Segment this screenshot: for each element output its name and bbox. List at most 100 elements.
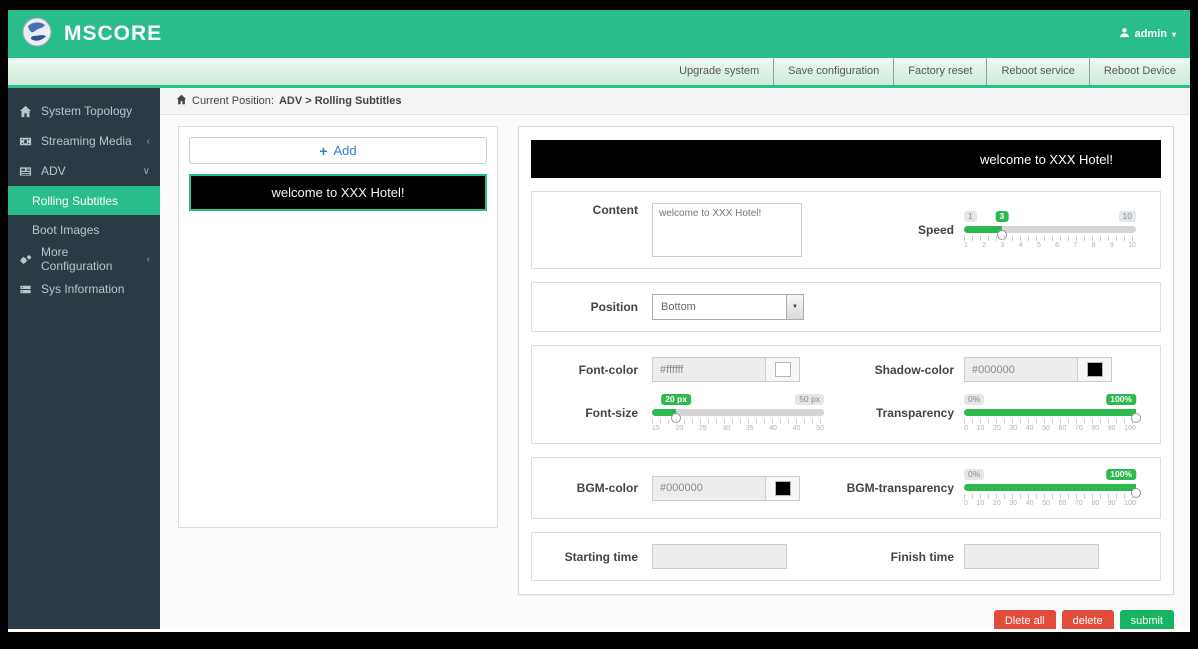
slider-track[interactable]	[652, 409, 824, 423]
quick-action-link[interactable]: Reboot Device	[1088, 58, 1190, 85]
transparency-slider[interactable]: 0% 100% 0 10 20 30 40 50 60 70 80 90 100	[964, 394, 1141, 432]
main-area: Current Position: ADV > Rolling Subtitle…	[160, 88, 1190, 629]
tick-label: 20	[992, 425, 1001, 432]
position-label: Position	[590, 300, 638, 314]
bgm-color-input-group	[652, 475, 800, 501]
tick-label: 35	[745, 425, 754, 432]
speed-value-badge: 3	[995, 211, 1009, 222]
font-color-swatch-button[interactable]	[765, 358, 799, 381]
shadow-color-input-group	[964, 357, 1112, 382]
shadow-color-swatch	[1086, 362, 1103, 377]
tick-label: 10	[976, 425, 985, 432]
home-icon	[176, 94, 187, 108]
tick-label: 4	[1018, 242, 1023, 249]
starting-time-input[interactable]	[652, 544, 787, 569]
sidebar-item-system-topology[interactable]: System Topology	[8, 96, 160, 126]
content-textarea[interactable]: welcome to XXX Hotel!	[652, 203, 802, 257]
quick-action-link[interactable]: Reboot service	[986, 58, 1088, 85]
slider-fill	[964, 226, 1002, 233]
chevron-left-icon: ‹	[146, 135, 150, 147]
user-menu[interactable]: admin ▾	[1119, 27, 1176, 41]
quick-action-link[interactable]: Factory reset	[893, 58, 986, 85]
tick-label: 70	[1074, 425, 1083, 432]
sidebar-item-adv[interactable]: ADV ∨	[8, 156, 160, 186]
subtitle-preview: welcome to XXX Hotel!	[531, 140, 1161, 178]
sidebar-item-label: Rolling Subtitles	[32, 193, 119, 208]
add-button-label: Add	[333, 143, 357, 158]
shadow-color-swatch-button[interactable]	[1077, 358, 1111, 381]
tick-label: 50	[816, 425, 824, 432]
font-color-label: Font-color	[578, 362, 638, 377]
globe-logo-icon	[22, 17, 52, 52]
starting-time-label: Starting time	[564, 549, 638, 564]
tick-label: 25	[698, 425, 707, 432]
font-size-slider[interactable]: 50 px 20 px 15 20 25 30 35 40 45 50	[652, 394, 824, 432]
tick-label: 80	[1091, 500, 1100, 507]
delete-button[interactable]: delete	[1061, 610, 1114, 629]
tick-label: 9	[1109, 242, 1114, 249]
tick-label: 0	[964, 500, 968, 507]
bgm-transparency-value-badge: 100%	[1106, 469, 1136, 480]
sidebar-adv-submenu: Rolling Subtitles Boot Images	[8, 186, 160, 244]
shadow-color-input[interactable]	[965, 358, 1077, 381]
sidebar-item-boot-images[interactable]: Boot Images	[8, 215, 160, 244]
sidebar-item-more-configuration[interactable]: More Configuration ‹	[8, 244, 160, 274]
tick-label: 50	[1042, 425, 1050, 432]
subtitle-list-item[interactable]: welcome to XXX Hotel!	[189, 174, 487, 211]
tick-label: 7	[1073, 242, 1078, 249]
sidebar-item-label: System Topology	[41, 104, 133, 118]
speed-slider[interactable]: 1 10 3 1 2 3 4 5 6 7 8 9 10	[964, 211, 1136, 249]
font-color-input[interactable]	[653, 358, 765, 381]
bgm-color-input[interactable]	[653, 476, 765, 500]
tick-label: 2	[982, 242, 987, 249]
subtitle-list-panel: + Add welcome to XXX Hotel!	[178, 126, 498, 528]
sidebar-item-streaming-media[interactable]: Streaming Media ‹	[8, 126, 160, 156]
slider-track[interactable]	[964, 226, 1136, 240]
brand[interactable]: MSCORE	[22, 17, 162, 52]
user-icon	[1119, 27, 1130, 41]
submit-button[interactable]: submit	[1119, 610, 1174, 629]
bgm-group: BGM-color BGM-transparency	[531, 457, 1161, 519]
font-color-input-group	[652, 357, 800, 382]
finish-time-input[interactable]	[964, 544, 1099, 569]
position-selected-value: Bottom	[661, 301, 696, 313]
quick-action-link[interactable]: Save configuration	[773, 58, 893, 85]
subtitle-editor-panel: welcome to XXX Hotel! Content welcome to…	[518, 126, 1174, 595]
sidebar-item-sys-information[interactable]: Sys Information	[8, 274, 160, 304]
tick-label: 70	[1074, 500, 1083, 507]
transparency-value-badge: 100%	[1106, 394, 1136, 405]
quick-action-link[interactable]: Upgrade system	[665, 58, 773, 85]
transparency-label: Transparency	[875, 406, 954, 420]
slider-track[interactable]	[964, 484, 1141, 498]
plus-icon: +	[319, 142, 328, 159]
server-icon	[18, 282, 32, 296]
slider-track[interactable]	[964, 409, 1141, 423]
font-color-swatch	[774, 362, 791, 377]
sidebar-item-label: Streaming Media	[41, 134, 132, 148]
tick-label: 8	[1091, 242, 1096, 249]
sidebar-item-rolling-subtitles[interactable]: Rolling Subtitles	[8, 186, 160, 215]
add-button[interactable]: + Add	[189, 137, 487, 164]
tick-label: 100	[1124, 425, 1136, 432]
tick-label: 20	[675, 425, 684, 432]
slider-ruler: 0 10 20 30 40 50 60 70 80 90 100	[964, 419, 1136, 432]
sidebar-item-label: Boot Images	[32, 222, 100, 237]
delete-all-button[interactable]: Dlete all	[993, 610, 1056, 629]
quick-actions-bar: Upgrade system Save configuration Factor…	[8, 58, 1190, 88]
finish-time-label: Finish time	[890, 549, 954, 564]
bgm-color-swatch-button[interactable]	[765, 476, 799, 500]
select-arrow-icon[interactable]: ▼	[786, 295, 803, 319]
speed-min-badge: 1	[964, 211, 977, 222]
position-select[interactable]: Bottom ▼	[652, 294, 804, 320]
bgm-transparency-slider[interactable]: 0% 100% 0 10 20 30 40 50 60 70 80 90 100	[964, 469, 1141, 507]
breadcrumb-path: ADV > Rolling Subtitles	[278, 95, 402, 107]
transparency-min-badge: 0%	[964, 394, 985, 405]
speed-label: Speed	[917, 223, 954, 237]
tick-label: 60	[1058, 425, 1067, 432]
home-icon	[18, 104, 32, 118]
slider-ruler: 15 20 25 30 35 40 45 50	[652, 419, 824, 432]
subtitle-preview-text: welcome to XXX Hotel!	[980, 151, 1113, 167]
tick-label: 10	[976, 500, 985, 507]
bgm-transparency-min-badge: 0%	[964, 469, 985, 480]
shadow-color-label: Shadow-color	[874, 362, 954, 377]
